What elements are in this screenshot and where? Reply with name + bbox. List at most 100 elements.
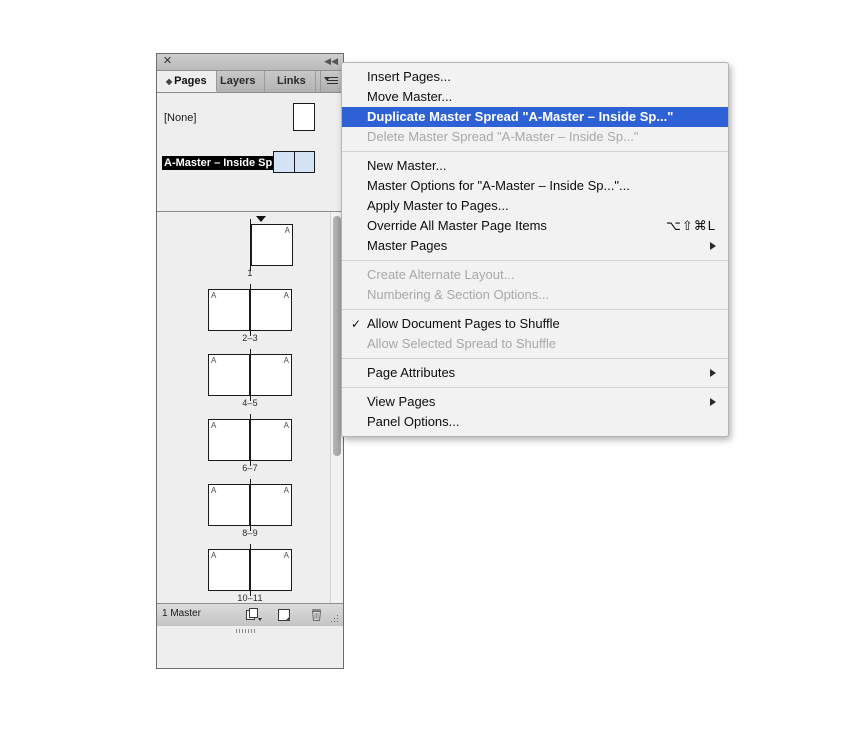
checkmark-icon: ✓ <box>351 317 362 331</box>
trash-icon[interactable] <box>308 607 325 623</box>
menu-item-master-options[interactable]: Master Options for "A-Master – Inside Sp… <box>342 176 728 196</box>
master-thumbnail[interactable] <box>293 103 315 131</box>
menu-separator <box>342 309 728 310</box>
sort-icon: ◆ <box>166 77 173 86</box>
tab-links[interactable]: Links <box>268 71 316 92</box>
menu-item-allow-selected-spread-to-shuffle: Allow Selected Spread to Shuffle <box>342 334 728 354</box>
menu-item-label: Allow Document Pages to Shuffle <box>367 316 560 331</box>
master-prefix-label: A <box>284 226 290 235</box>
page-thumbnail[interactable]: A <box>250 419 292 461</box>
tab-layers-label: Layers <box>220 75 256 87</box>
menu-item-create-alternate-layout: Create Alternate Layout... <box>342 265 728 285</box>
menu-item-shortcut: ⌥⇧⌘L <box>665 218 716 233</box>
menu-item-panel-options[interactable]: Panel Options... <box>342 412 728 432</box>
menu-item-numbering-section-options: Numbering & Section Options... <box>342 285 728 305</box>
master-prefix-label: A <box>211 421 217 430</box>
collapse-icon[interactable]: ◀◀ <box>324 56 338 67</box>
hamburger-icon <box>327 77 338 86</box>
pages-panel: ✕ ◀◀ ◆ Pages Layers Links [None] A-Maste… <box>156 53 344 669</box>
tab-layers[interactable]: Layers <box>211 71 266 92</box>
menu-item-label: Apply Master to Pages... <box>367 198 509 213</box>
masters-list: [None] A-Master – Inside Spread <box>157 93 343 212</box>
page-thumbnail[interactable]: A <box>250 484 292 526</box>
menu-item-label: Move Master... <box>367 89 453 104</box>
menu-item-apply-master-to-pages[interactable]: Apply Master to Pages... <box>342 196 728 216</box>
page-thumbnail[interactable]: A <box>250 549 292 591</box>
chevron-right-icon <box>710 398 716 406</box>
menu-item-label: Master Pages <box>367 238 448 253</box>
menu-item-label: New Master... <box>367 158 447 173</box>
screen-root: ✕ ◀◀ ◆ Pages Layers Links [None] A-Maste… <box>0 0 850 747</box>
menu-item-label: Numbering & Section Options... <box>367 287 550 302</box>
list-item[interactable]: A A 8–9 <box>157 479 343 538</box>
section-marker-icon <box>256 216 266 222</box>
menu-item-label: Delete Master Spread "A-Master – Inside … <box>367 129 639 144</box>
master-prefix-label: A <box>283 356 289 365</box>
menu-item-allow-document-pages-to-shuffle[interactable]: ✓ Allow Document Pages to Shuffle <box>342 314 728 334</box>
page-thumbnail[interactable]: A <box>250 289 292 331</box>
close-icon[interactable]: ✕ <box>162 56 173 67</box>
panel-menu-icon[interactable] <box>320 71 343 92</box>
page-thumbnail[interactable]: A <box>250 354 292 396</box>
panel-footer: 1 Master <box>157 604 343 633</box>
panel-tabbar: ◆ Pages Layers Links <box>157 71 343 93</box>
tab-pages[interactable]: ◆ Pages <box>157 71 217 92</box>
menu-item-view-pages[interactable]: View Pages <box>342 392 728 412</box>
list-item[interactable]: A A 6–7 <box>157 414 343 473</box>
menu-separator <box>342 387 728 388</box>
page-thumbnail[interactable]: A <box>208 549 250 591</box>
master-prefix-label: A <box>211 356 217 365</box>
menu-separator <box>342 358 728 359</box>
master-item-none[interactable]: [None] <box>157 103 343 133</box>
menu-item-delete-master-spread: Delete Master Spread "A-Master – Inside … <box>342 127 728 147</box>
menu-item-move-master[interactable]: Move Master... <box>342 87 728 107</box>
master-prefix-label: A <box>283 291 289 300</box>
master-item-a-master[interactable]: A-Master – Inside Spread <box>157 151 343 181</box>
menu-item-label: Override All Master Page Items <box>367 218 547 233</box>
list-item[interactable]: A 1 <box>157 216 343 278</box>
master-thumbnail[interactable] <box>273 151 315 173</box>
menu-item-label: Create Alternate Layout... <box>367 267 515 282</box>
pages-list: A 1 A A 2–3 A A 4–5 A A 6–7 A A 8–9 A A … <box>157 212 343 604</box>
list-item[interactable]: A A 4–5 <box>157 349 343 408</box>
tab-links-label: Links <box>277 75 306 87</box>
page-thumbnail[interactable]: A <box>208 354 250 396</box>
panel-titlebar: ✕ ◀◀ <box>157 54 343 71</box>
master-prefix-label: A <box>283 551 289 560</box>
master-prefix-label: A <box>211 551 217 560</box>
menu-separator <box>342 260 728 261</box>
menu-item-insert-pages[interactable]: Insert Pages... <box>342 67 728 87</box>
page-thumbnail[interactable]: A <box>251 224 293 266</box>
master-prefix-label: A <box>283 486 289 495</box>
menu-item-duplicate-master-spread[interactable]: Duplicate Master Spread "A-Master – Insi… <box>342 107 728 127</box>
menu-item-master-pages[interactable]: Master Pages <box>342 236 728 256</box>
menu-item-page-attributes[interactable]: Page Attributes <box>342 363 728 383</box>
page-thumbnail[interactable]: A <box>208 289 250 331</box>
menu-item-label: Insert Pages... <box>367 69 451 84</box>
master-label: [None] <box>164 112 197 124</box>
resize-grip-icon[interactable] <box>331 615 340 624</box>
menu-item-override-all-master-page-items[interactable]: Override All Master Page Items ⌥⇧⌘L <box>342 216 728 236</box>
new-page-icon[interactable] <box>276 607 293 623</box>
master-prefix-label: A <box>283 421 289 430</box>
master-prefix-label: A <box>211 291 217 300</box>
menu-separator <box>342 151 728 152</box>
chevron-right-icon <box>710 369 716 377</box>
menu-item-label: Panel Options... <box>367 414 460 429</box>
scrollbar-thumb[interactable] <box>333 216 341 456</box>
menu-item-label: View Pages <box>367 394 436 409</box>
master-prefix-label: A <box>211 486 217 495</box>
menu-item-label: Duplicate Master Spread "A-Master – Insi… <box>367 109 674 124</box>
chevron-right-icon <box>710 242 716 250</box>
master-count-label: 1 Master <box>162 608 201 619</box>
list-item[interactable]: A A 2–3 <box>157 284 343 343</box>
list-item[interactable]: A A 10–11 <box>157 544 343 603</box>
menu-item-label: Allow Selected Spread to Shuffle <box>367 336 557 351</box>
menu-item-label: Master Options for "A-Master – Inside Sp… <box>367 178 630 193</box>
panel-flyout-menu: Insert Pages... Move Master... Duplicate… <box>341 62 729 437</box>
panel-resize-handle[interactable] <box>236 620 264 633</box>
page-thumbnail[interactable]: A <box>208 419 250 461</box>
menu-item-label: Page Attributes <box>367 365 456 380</box>
menu-item-new-master[interactable]: New Master... <box>342 156 728 176</box>
page-thumbnail[interactable]: A <box>208 484 250 526</box>
